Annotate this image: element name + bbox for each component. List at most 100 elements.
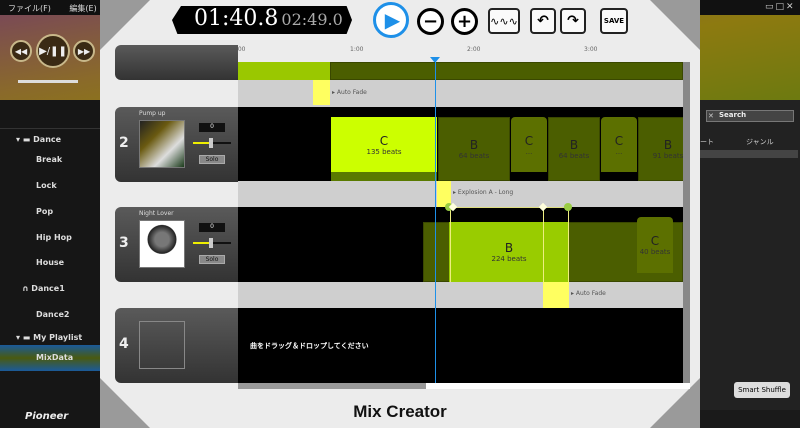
undo-button[interactable]: ↶ xyxy=(530,8,556,34)
track-header-2: 2 Pump up 0 Solo xyxy=(115,107,238,182)
album-art xyxy=(139,120,185,168)
envelope-line xyxy=(543,207,544,282)
menu-file[interactable]: ファイル(F) xyxy=(8,4,51,13)
clip[interactable] xyxy=(238,62,330,80)
track-header-1 xyxy=(115,45,238,80)
track-number: 3 xyxy=(119,235,129,251)
track-number: 2 xyxy=(119,135,129,151)
rewind-button[interactable]: ◀◀ xyxy=(10,40,32,62)
clip[interactable]: C... xyxy=(511,117,547,172)
clip[interactable]: B 91 beats xyxy=(638,117,683,181)
fade-region[interactable] xyxy=(313,80,330,105)
waveform-button[interactable]: ∿∿∿ xyxy=(488,8,520,34)
clip[interactable]: C 40 beats xyxy=(637,217,673,273)
clip-beats: ... xyxy=(525,147,533,156)
label: Auto Fade xyxy=(575,290,606,297)
label: Dance1 xyxy=(31,284,65,293)
column-header-genre[interactable]: ジャンル xyxy=(746,137,774,147)
label: Auto Fade xyxy=(336,89,367,96)
transition-label[interactable]: ▸ Explosion A - Long xyxy=(453,189,513,196)
track-number: 4 xyxy=(119,336,129,352)
zoom-out-button[interactable]: − xyxy=(417,8,444,35)
envelope-line xyxy=(450,207,451,282)
transition-lane xyxy=(238,80,683,107)
transition-label[interactable]: ▸ Auto Fade xyxy=(332,89,367,96)
volume-value: 0 xyxy=(199,123,225,132)
ruler-tick: 2:00 xyxy=(467,46,481,53)
horizontal-scrollbar[interactable] xyxy=(238,383,690,389)
sidebar-item-pop[interactable]: Pop xyxy=(36,207,53,216)
sidebar-item-dance2[interactable]: Dance2 xyxy=(36,310,69,319)
volume-slider[interactable] xyxy=(193,238,231,248)
transition-label[interactable]: ▸ Auto Fade xyxy=(571,290,606,297)
sidebar-folder-my-playlist[interactable]: ▾ ▬ My Playlist xyxy=(16,333,82,342)
solo-button[interactable]: Solo xyxy=(199,155,225,164)
sidebar-folder-dance[interactable]: ▾ ▬ Dance xyxy=(16,135,61,144)
envelope-line[interactable] xyxy=(450,207,569,208)
playhead-line xyxy=(435,62,436,383)
save-button[interactable]: SAVE xyxy=(600,8,628,34)
play-pause-button[interactable]: ▶/❚❚ xyxy=(36,34,70,68)
clip[interactable] xyxy=(330,62,683,80)
clip-active[interactable]: C 135 beats xyxy=(331,117,437,181)
drop-hint: 曲をドラッグ＆ドロップしてください xyxy=(250,342,369,350)
play-button[interactable]: ▶ xyxy=(373,2,409,38)
clear-search-icon[interactable]: ✕ xyxy=(708,112,714,120)
sidebar-item-mixdata[interactable]: MixData xyxy=(36,353,73,362)
clip-beats: 224 beats xyxy=(491,255,527,263)
envelope-handle[interactable] xyxy=(564,203,572,211)
volume-value: 0 xyxy=(199,223,225,232)
smart-shuffle-button[interactable]: Smart Shuffle xyxy=(734,382,790,398)
column-header-rate[interactable]: ート xyxy=(700,137,714,147)
zoom-in-button[interactable]: + xyxy=(451,8,478,35)
label: Explosion A - Long xyxy=(457,189,514,196)
clip-label: B xyxy=(569,138,579,152)
clip-beats: 40 beats xyxy=(639,248,671,256)
window-controls[interactable]: ▭□✕ xyxy=(765,2,796,12)
sidebar-item-hiphop[interactable]: Hip Hop xyxy=(36,233,72,242)
scrollbar-thumb[interactable] xyxy=(238,383,426,389)
clip-label: C xyxy=(650,234,660,248)
ruler-tick: 3:00 xyxy=(584,46,598,53)
clip-label: C xyxy=(614,133,624,148)
album-art xyxy=(139,220,185,268)
track-name: Night Lover xyxy=(139,210,174,217)
empty-album-art xyxy=(139,321,185,369)
sidebar-item-dance1[interactable]: ∩ Dance1 xyxy=(22,284,65,293)
clip[interactable]: B 64 beats xyxy=(438,117,510,181)
menu-edit[interactable]: 編集(E) xyxy=(69,4,96,13)
table-row[interactable] xyxy=(700,150,798,158)
clip[interactable]: C... xyxy=(601,117,637,172)
clip-beats: ... xyxy=(615,147,623,156)
clip-label: B xyxy=(504,241,514,255)
track-header-4: 4 xyxy=(115,308,238,383)
fade-region[interactable] xyxy=(543,282,569,308)
total-time: 02:49.0 xyxy=(281,10,343,29)
sidebar-item-lock[interactable]: Lock xyxy=(36,181,57,190)
pioneer-logo: Pioneer xyxy=(25,411,69,422)
current-time: 01:40.8 xyxy=(194,6,279,31)
window-title: Mix Creator xyxy=(353,402,447,421)
clip[interactable]: B 64 beats xyxy=(548,117,600,181)
vertical-scrollbar[interactable] xyxy=(683,62,690,383)
fast-forward-button[interactable]: ▶▶ xyxy=(73,40,95,62)
search-input[interactable]: Search xyxy=(706,110,794,122)
clip-beats: 64 beats xyxy=(558,152,590,160)
redo-button[interactable]: ↷ xyxy=(560,8,586,34)
solo-button[interactable]: Solo xyxy=(199,255,225,264)
envelope-line xyxy=(568,207,569,282)
timeline[interactable]: ▸ Auto Fade C 135 beats B 64 beats C... B6… xyxy=(238,62,683,383)
ruler-tick: 1:00 xyxy=(350,46,364,53)
label: Dance xyxy=(33,135,62,144)
sidebar-item-house[interactable]: House xyxy=(36,258,64,267)
volume-slider[interactable] xyxy=(193,138,231,148)
volume-slider[interactable] xyxy=(18,80,78,83)
track-header-3: 3 Night Lover 0 Solo xyxy=(115,207,238,282)
track-name: Pump up xyxy=(139,110,166,117)
sidebar-item-break[interactable]: Break xyxy=(36,155,62,164)
clip-active[interactable]: B 224 beats xyxy=(449,222,569,282)
time-display: 01:40.8 02:49.0 xyxy=(172,6,352,34)
label: My Playlist xyxy=(33,333,83,342)
divider xyxy=(0,128,100,129)
clip-label: B xyxy=(469,138,479,152)
